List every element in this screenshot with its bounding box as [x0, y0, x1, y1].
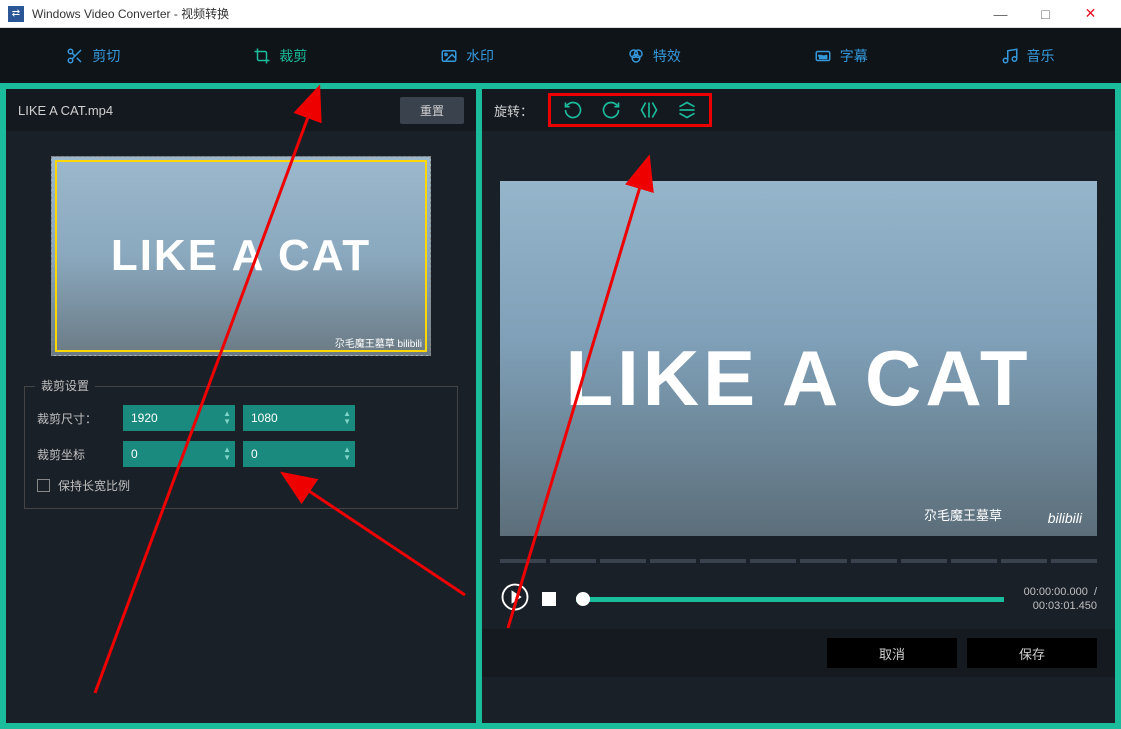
- crop-size-label: 裁剪尺寸：: [37, 410, 115, 427]
- tab-subtitle[interactable]: Text 字幕: [747, 28, 934, 83]
- titlebar: ⇄ Windows Video Converter - 视频转换 — □ ✕: [0, 0, 1121, 28]
- music-icon: [1001, 47, 1019, 65]
- window-title: Windows Video Converter - 视频转换: [32, 5, 229, 22]
- time-sep: /: [1094, 586, 1097, 598]
- preview-text-overlay: LIKE A CAT: [565, 333, 1031, 424]
- rotate-buttons-group: [548, 93, 712, 127]
- close-button[interactable]: ✕: [1068, 0, 1113, 28]
- tab-music-label: 音乐: [1027, 46, 1055, 66]
- crop-y-value: 0: [251, 447, 258, 461]
- flip-horizontal-icon[interactable]: [639, 100, 659, 120]
- crop-width-input[interactable]: 1920 ▲▼: [123, 405, 235, 431]
- cancel-button[interactable]: 取消: [827, 638, 957, 668]
- tab-watermark[interactable]: 水印: [374, 28, 561, 83]
- app-logo: ⇄: [8, 6, 24, 22]
- crop-settings-group: 裁剪设置 裁剪尺寸： 1920 ▲▼ 1080 ▲▼ 裁剪坐标 0: [24, 386, 458, 509]
- preview-watermark-2: bilibili: [1048, 510, 1082, 526]
- crop-pos-label: 裁剪坐标: [37, 446, 115, 463]
- rotate-label: 旋转：: [494, 101, 533, 120]
- tab-trim-label: 剪切: [92, 46, 120, 66]
- time-display: 00:00:00.000 / 00:03:01.450: [1024, 585, 1097, 613]
- filename-label: LIKE A CAT.mp4: [18, 103, 113, 118]
- crop-icon: [253, 47, 271, 65]
- thumbnail-timeline[interactable]: [500, 558, 1097, 563]
- tab-music[interactable]: 音乐: [934, 28, 1121, 83]
- watermark-icon: [440, 47, 458, 65]
- spinner-arrows-icon[interactable]: ▲▼: [223, 446, 231, 462]
- crop-height-input[interactable]: 1080 ▲▼: [243, 405, 355, 431]
- tab-crop[interactable]: 裁剪: [187, 28, 374, 83]
- spinner-arrows-icon[interactable]: ▲▼: [343, 410, 351, 426]
- stop-button[interactable]: [542, 592, 556, 606]
- tab-watermark-label: 水印: [466, 46, 494, 66]
- tab-crop-label: 裁剪: [279, 46, 307, 66]
- rotate-ccw-icon[interactable]: [563, 100, 583, 120]
- crop-x-input[interactable]: 0 ▲▼: [123, 441, 235, 467]
- crop-x-value: 0: [131, 447, 138, 461]
- svg-text:Text: Text: [818, 54, 827, 59]
- maximize-button[interactable]: □: [1023, 0, 1068, 28]
- rotate-cw-icon[interactable]: [601, 100, 621, 120]
- effect-icon: [627, 47, 645, 65]
- video-preview: LIKE A CAT 尕毛魔王墓草 bilibili: [500, 181, 1097, 536]
- crop-preview[interactable]: LIKE A CAT 尕毛魔王墓草 bilibili: [51, 156, 431, 356]
- keep-ratio-label: 保持长宽比例: [58, 477, 130, 494]
- play-icon: [500, 582, 530, 612]
- tab-trim[interactable]: 剪切: [0, 28, 187, 83]
- left-pane: LIKE A CAT.mp4 重置 LIKE A CAT 尕毛魔王墓草 bili…: [6, 89, 476, 723]
- time-current: 00:00:00.000: [1024, 586, 1088, 598]
- tab-bar: 剪切 裁剪 水印 特效 Text 字幕 音乐: [0, 28, 1121, 83]
- progress-scrubber[interactable]: [576, 597, 1004, 602]
- crop-width-value: 1920: [131, 411, 158, 425]
- scissors-icon: [66, 47, 84, 65]
- time-total: 00:03:01.450: [1033, 600, 1097, 612]
- right-pane: 旋转： LIKE A CAT 尕毛魔王墓草 bilibili: [482, 89, 1115, 723]
- spinner-arrows-icon[interactable]: ▲▼: [223, 410, 231, 426]
- tab-effect-label: 特效: [653, 46, 681, 66]
- minimize-button[interactable]: —: [978, 0, 1023, 28]
- crop-y-input[interactable]: 0 ▲▼: [243, 441, 355, 467]
- crop-text-overlay: LIKE A CAT: [111, 231, 371, 281]
- keep-ratio-checkbox[interactable]: [37, 479, 50, 492]
- preview-watermark-1: 尕毛魔王墓草: [924, 505, 1002, 524]
- tab-subtitle-label: 字幕: [840, 46, 868, 66]
- subtitle-icon: Text: [814, 47, 832, 65]
- reset-button[interactable]: 重置: [400, 97, 464, 124]
- settings-legend: 裁剪设置: [35, 377, 95, 394]
- crop-height-value: 1080: [251, 411, 278, 425]
- flip-vertical-icon[interactable]: [677, 100, 697, 120]
- crop-watermark: 尕毛魔王墓草 bilibili: [335, 335, 422, 350]
- spinner-arrows-icon[interactable]: ▲▼: [343, 446, 351, 462]
- save-button[interactable]: 保存: [967, 638, 1097, 668]
- tab-effect[interactable]: 特效: [560, 28, 747, 83]
- play-button[interactable]: [500, 582, 530, 617]
